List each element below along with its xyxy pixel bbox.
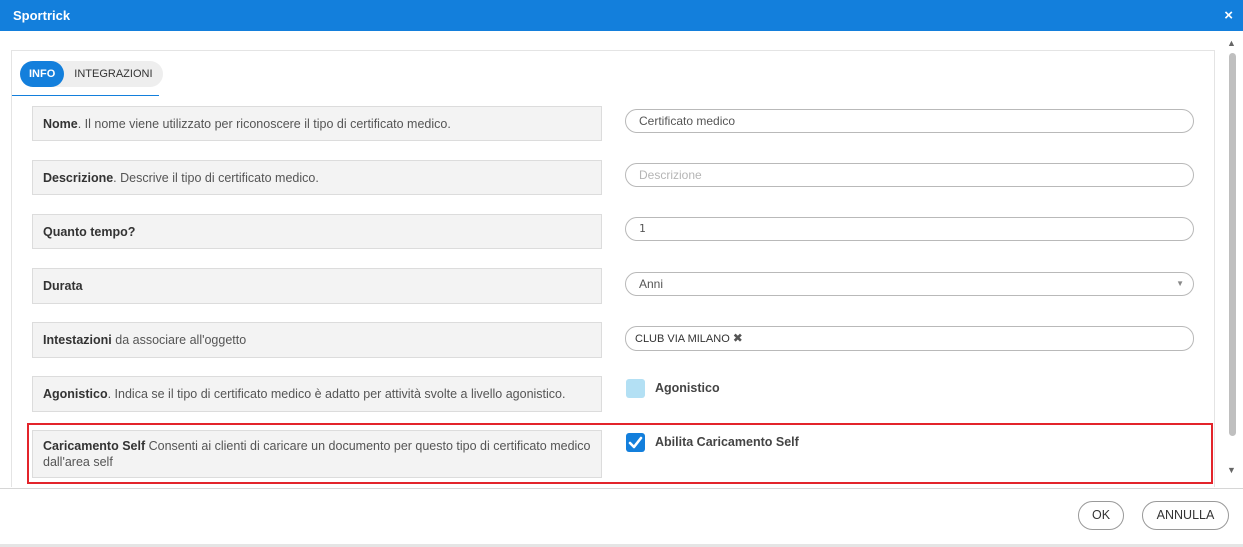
tab-underline <box>12 95 159 96</box>
close-icon[interactable]: × <box>1224 7 1233 24</box>
tab-bar: INFO INTEGRAZIONI <box>20 61 163 87</box>
agonistico-checkbox-label: Agonistico <box>655 381 720 395</box>
tab-integrazioni[interactable]: INTEGRAZIONI <box>64 61 162 87</box>
quanto-tempo-label: Quanto tempo? <box>32 214 602 249</box>
highlight-box <box>27 423 1213 484</box>
remove-tag-icon[interactable]: ✖ <box>733 331 743 345</box>
descrizione-placeholder: Descrizione <box>639 168 702 182</box>
descrizione-label: Descrizione. Descrive il tipo di certifi… <box>32 160 602 195</box>
intestazioni-label: Intestazioni da associare all'oggetto <box>32 322 602 358</box>
durata-label: Durata <box>32 268 602 304</box>
intestazione-tag-label: CLUB VIA MILANO <box>635 333 730 345</box>
intestazioni-label-bold: Intestazioni <box>43 333 112 347</box>
nome-label: Nome. Il nome viene utilizzato per ricon… <box>32 106 602 141</box>
intestazioni-label-text: da associare all'oggetto <box>111 333 247 347</box>
nome-label-text: . Il nome viene utilizzato per riconosce… <box>77 116 451 131</box>
scroll-up-arrow-icon[interactable]: ▲ <box>1227 38 1236 48</box>
cancel-button[interactable]: ANNULLA <box>1142 501 1229 530</box>
dialog-footer: OK ANNULLA <box>0 488 1243 547</box>
chevron-down-icon: ▼ <box>1176 279 1184 288</box>
durata-value: Anni <box>639 277 664 291</box>
agonistico-label-text: . Indica se il tipo di certificato medic… <box>107 387 566 401</box>
nome-value: Certificato medico <box>639 114 736 128</box>
agonistico-label-bold: Agonistico <box>43 387 108 401</box>
intestazione-tag: CLUB VIA MILANO ✖ <box>635 330 743 347</box>
nome-input[interactable]: Certificato medico <box>625 109 1194 133</box>
scrollbar[interactable]: ▲ ▼ <box>1226 38 1238 478</box>
descrizione-input[interactable]: Descrizione <box>625 163 1194 187</box>
agonistico-label: Agonistico. Indica se il tipo di certifi… <box>32 376 602 412</box>
scrollbar-thumb[interactable] <box>1229 53 1236 436</box>
agonistico-checkbox[interactable] <box>626 379 645 398</box>
scroll-down-arrow-icon[interactable]: ▼ <box>1227 465 1236 475</box>
dialog-content: INFO INTEGRAZIONI Nome. Il nome viene ut… <box>11 50 1215 487</box>
tab-info[interactable]: INFO <box>20 61 65 87</box>
descrizione-label-bold: Descrizione <box>43 170 114 185</box>
durata-label-bold: Durata <box>43 279 83 293</box>
intestazioni-multiselect[interactable]: CLUB VIA MILANO ✖ <box>625 326 1194 351</box>
nome-label-bold: Nome <box>43 116 78 131</box>
ok-button[interactable]: OK <box>1078 501 1124 530</box>
window-title: Sportrick <box>13 8 71 23</box>
window-titlebar: Sportrick × <box>0 0 1243 31</box>
descrizione-label-text: . Descrive il tipo di certificato medico… <box>113 170 319 185</box>
quanto-tempo-input[interactable]: 1 <box>625 217 1194 241</box>
quanto-tempo-label-bold: Quanto tempo? <box>43 224 136 239</box>
durata-select[interactable]: Anni ▼ <box>625 272 1194 296</box>
quanto-tempo-value: 1 <box>639 222 646 235</box>
